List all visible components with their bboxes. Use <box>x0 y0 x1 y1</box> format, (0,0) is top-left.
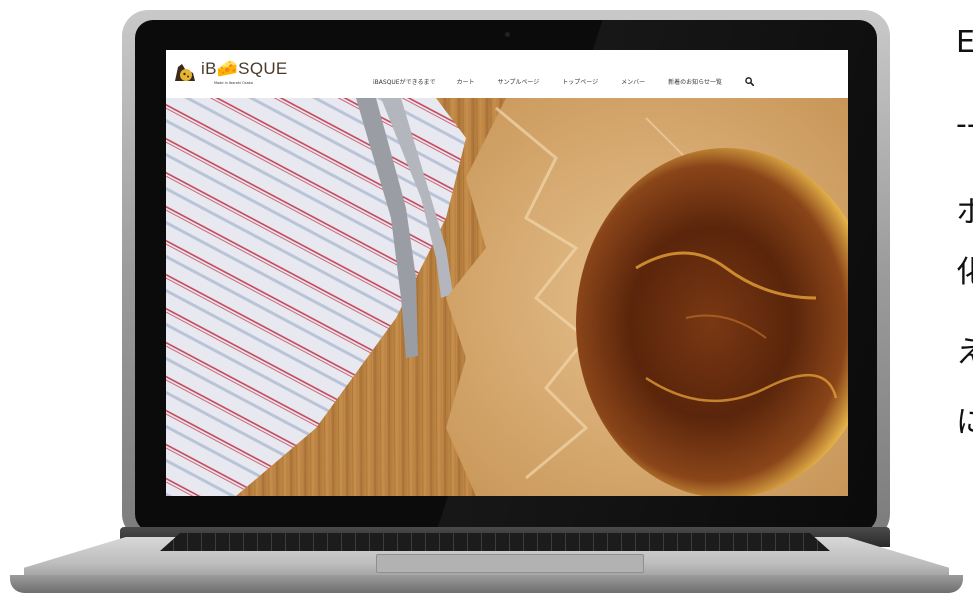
nav-item-members[interactable]: メンバー <box>621 77 645 86</box>
side-text-line: 化 <box>956 255 973 290</box>
laptop-keyboard <box>160 533 830 551</box>
search-icon[interactable] <box>745 76 754 86</box>
nav-item-sample-page[interactable]: サンプルページ <box>498 77 540 86</box>
logo-text: iB🧀SQUE <box>201 59 288 78</box>
basque-cake-logo-icon <box>175 64 195 81</box>
basque-cheesecake-photo <box>166 98 848 496</box>
nav-item-top-page[interactable]: トップページ <box>562 77 598 86</box>
side-text-line: ホ <box>956 195 973 230</box>
site-header: iB🧀SQUE Made in Ibaraki Osaka iBASQUEができ… <box>166 50 848 98</box>
logo-tagline: Made in Ibaraki Osaka <box>214 81 253 85</box>
side-text-line: -- <box>956 107 973 142</box>
hero-image <box>166 98 848 496</box>
nav-item-news[interactable]: 新着のお知らせ一覧 <box>668 77 722 86</box>
nav-item-cart[interactable]: カート <box>456 77 474 86</box>
laptop-trackpad <box>376 554 644 573</box>
main-navigation: iBASQUEができるまで カート サンプルページ トップページ メンバー 新着… <box>373 76 754 86</box>
site-logo[interactable]: iB🧀SQUE Made in Ibaraki Osaka <box>173 59 293 89</box>
side-text-line: え <box>956 335 973 370</box>
side-text-line: E <box>956 25 973 60</box>
laptop-screen: iB🧀SQUE Made in Ibaraki Osaka iBASQUEができ… <box>166 50 848 496</box>
nav-item-ibasque-story[interactable]: iBASQUEができるまで <box>373 77 435 86</box>
webcam <box>505 32 510 37</box>
laptop-bottom-edge <box>10 575 963 593</box>
side-text-line: に <box>956 405 973 440</box>
